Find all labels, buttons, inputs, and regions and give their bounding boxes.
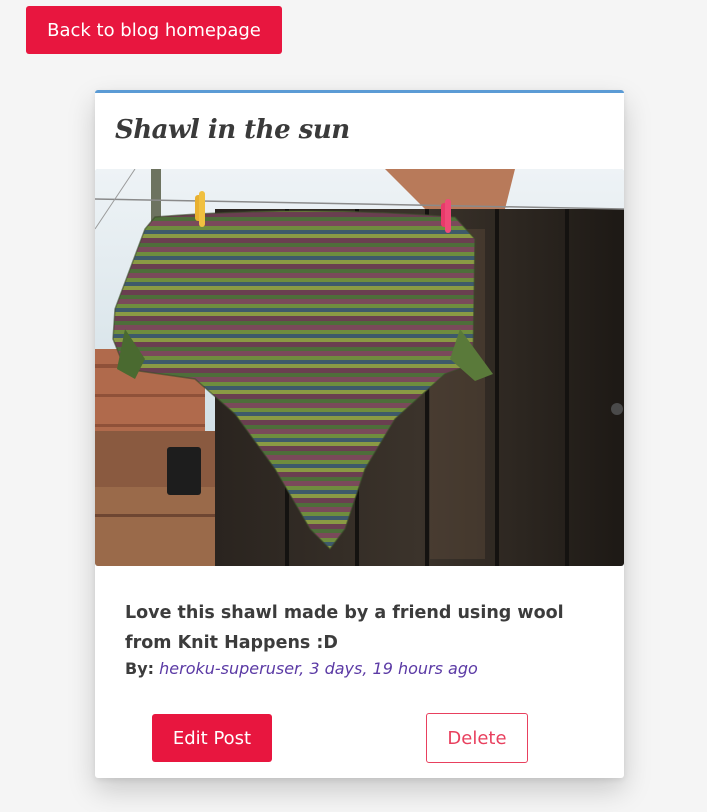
post-card: Shawl in the sun Love this shawl made by… [95,90,624,778]
post-byline: By: heroku-superuser, 3 days, 19 hours a… [125,659,478,678]
post-body: Love this shawl made by a friend using w… [125,603,564,653]
post-title: Shawl in the sun [115,115,350,145]
byline-label: By: [125,659,155,678]
post-image [95,169,624,566]
author-timestamp-link[interactable]: heroku-superuser, 3 days, 19 hours ago [159,659,478,678]
edit-post-button[interactable]: Edit Post [152,714,272,762]
delete-post-button[interactable]: Delete [426,713,528,763]
back-to-homepage-button[interactable]: Back to blog homepage [26,6,282,54]
